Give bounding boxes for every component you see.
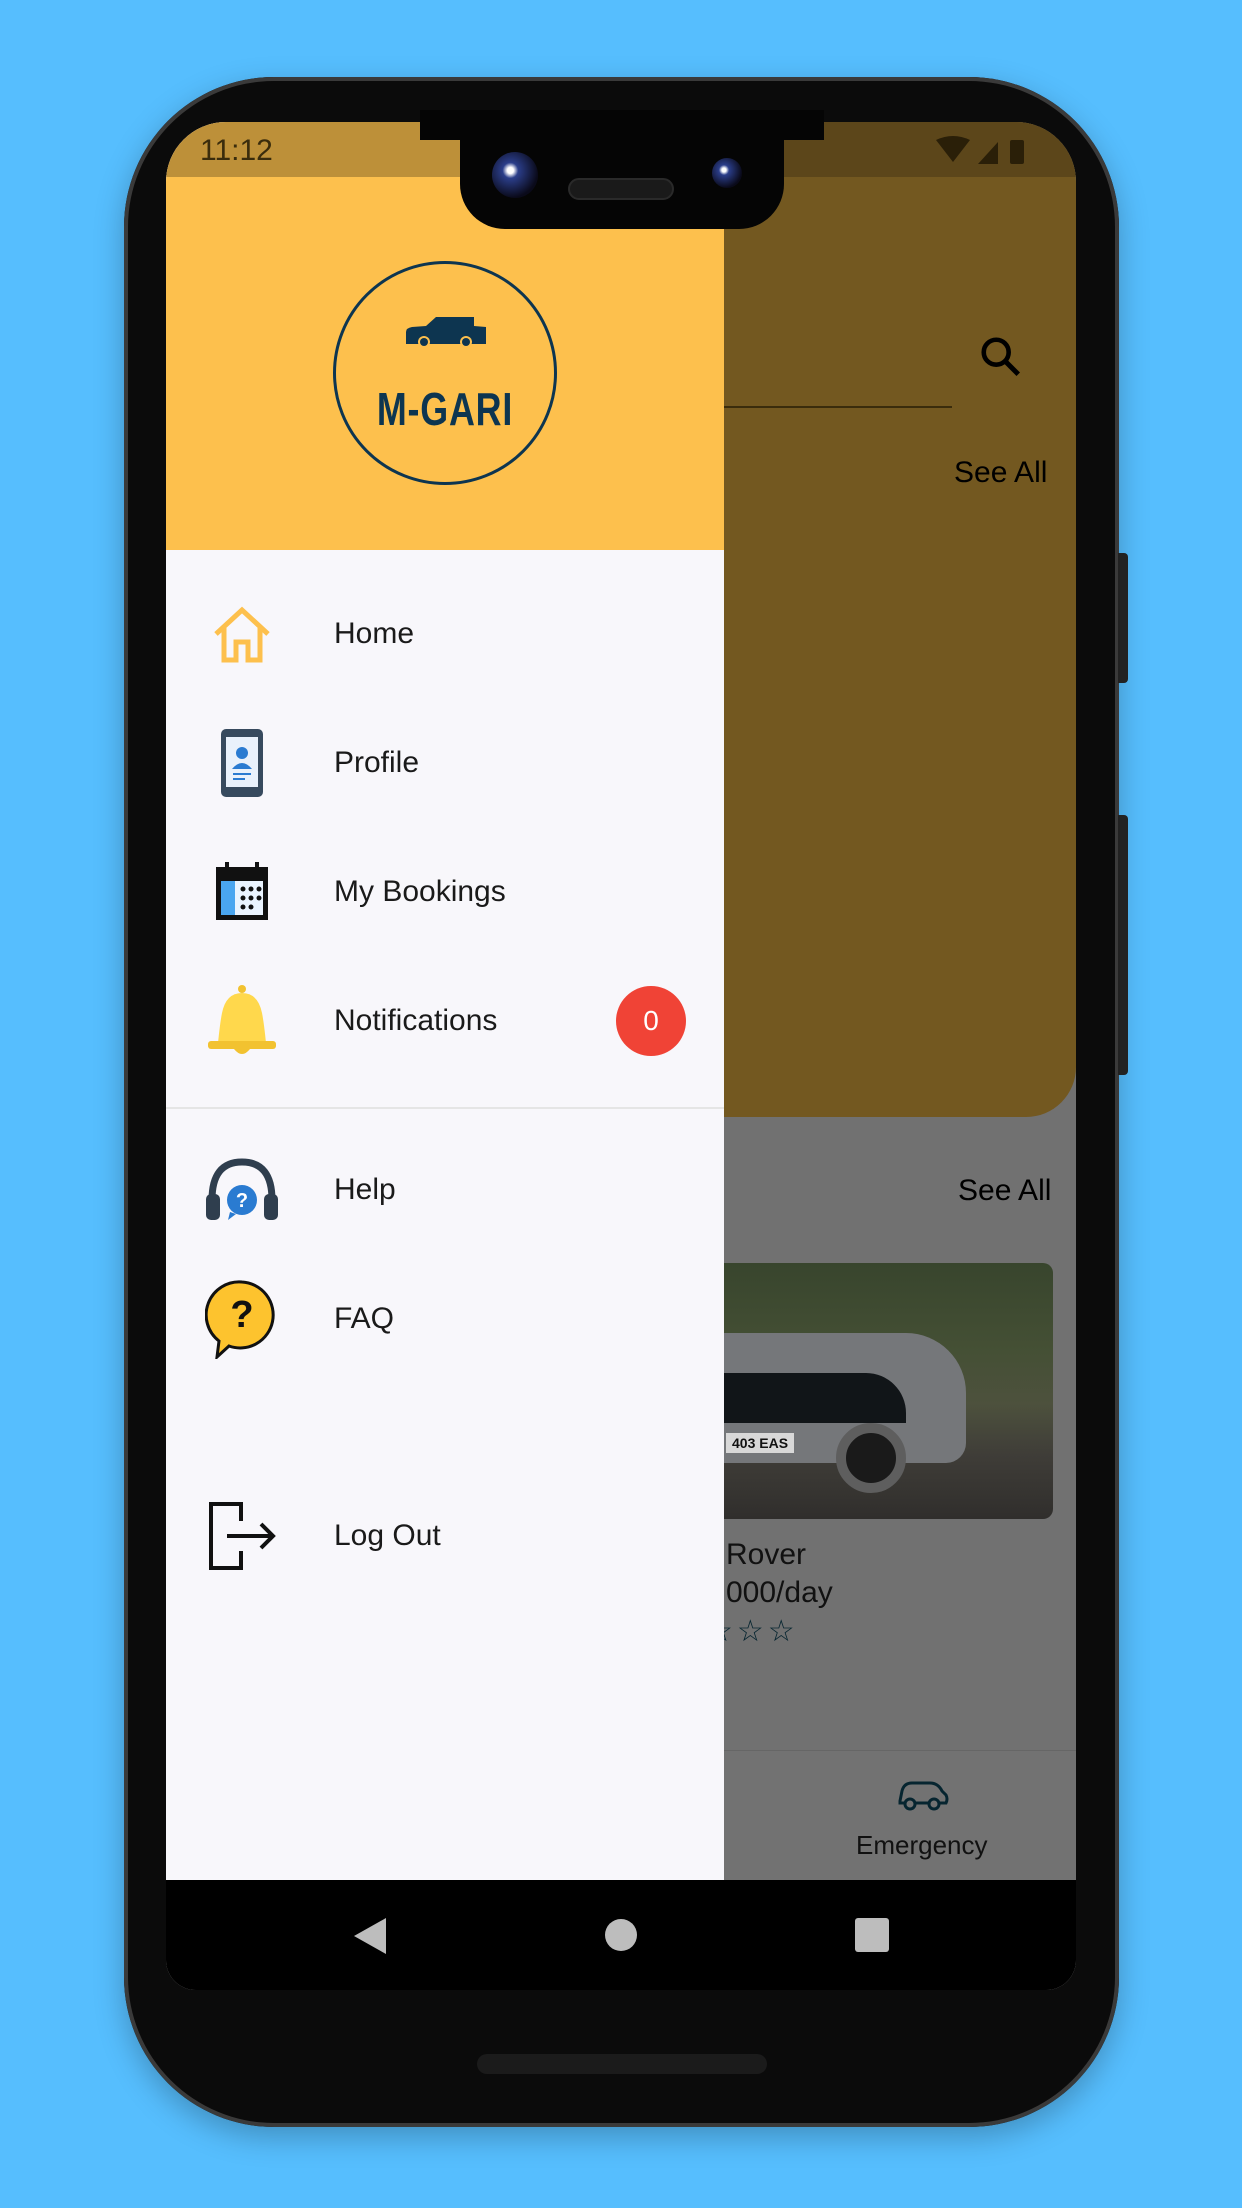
drawer-item-my-bookings[interactable]: My Bookings [166, 837, 724, 947]
drawer-item-home[interactable]: Home [166, 579, 724, 689]
calendar-icon [202, 857, 282, 927]
logo-text: M-GARI [376, 383, 514, 435]
drawer-item-log-out[interactable]: Log Out [166, 1481, 724, 1591]
back-icon[interactable] [352, 1916, 388, 1956]
svg-text:?: ? [236, 1190, 248, 1212]
drawer-item-profile[interactable]: Profile [166, 708, 724, 818]
status-icons [936, 136, 1024, 164]
bell-icon [202, 985, 282, 1056]
profile-icon [202, 728, 282, 798]
svg-text:?: ? [230, 1294, 253, 1336]
app-logo: M-GARI [333, 261, 557, 485]
front-camera [492, 152, 538, 198]
system-nav-bar [166, 1880, 1076, 1990]
navigation-drawer: 11:12 M-GARI Home Profile My Bookings No… [166, 122, 724, 1880]
drawer-item-label: Home [334, 617, 415, 650]
car-image[interactable]: 403 EAS [706, 1263, 1053, 1519]
screen: See All See All 403 EAS Rover 000/day ☆☆… [166, 122, 1076, 1990]
volume-button [1118, 815, 1128, 1075]
drawer-item-label: Log Out [334, 1519, 441, 1552]
search-icon[interactable] [978, 334, 1024, 380]
question-bubble-icon: ? [202, 1280, 282, 1359]
see-all-link[interactable]: See All [958, 1174, 1051, 1208]
notification-badge: 0 [616, 986, 686, 1056]
drawer-item-notifications[interactable]: Notifications 0 [166, 966, 724, 1076]
status-time: 11:12 [200, 134, 273, 167]
earpiece-speaker [568, 178, 674, 200]
home-circle-icon[interactable] [604, 1918, 638, 1952]
recents-icon[interactable] [855, 1918, 889, 1952]
nav-emergency[interactable]: Emergency [856, 1830, 988, 1861]
see-all-link[interactable]: See All [954, 456, 1047, 490]
car-price: 000/day [726, 1576, 833, 1609]
drawer-item-label: Notifications [334, 1004, 498, 1037]
logout-icon [202, 1501, 282, 1571]
home-icon [202, 599, 282, 669]
headset-help-icon: ? [202, 1155, 282, 1225]
drawer-item-label: FAQ [334, 1302, 395, 1335]
drawer-item-faq[interactable]: ? FAQ [166, 1264, 724, 1374]
drawer-item-label: Help [334, 1173, 396, 1206]
drawer-divider [166, 1107, 724, 1109]
front-camera [712, 158, 742, 188]
drawer-item-help[interactable]: ? Help [166, 1135, 724, 1245]
car-name: Rover [726, 1538, 807, 1571]
emergency-car-icon[interactable] [894, 1777, 950, 1813]
power-button [1118, 553, 1128, 683]
drawer-item-label: My Bookings [334, 875, 506, 908]
drawer-item-label: Profile [334, 746, 420, 779]
bottom-speaker [477, 2054, 767, 2074]
license-plate: 403 EAS [726, 1433, 795, 1453]
car-icon [406, 317, 486, 348]
